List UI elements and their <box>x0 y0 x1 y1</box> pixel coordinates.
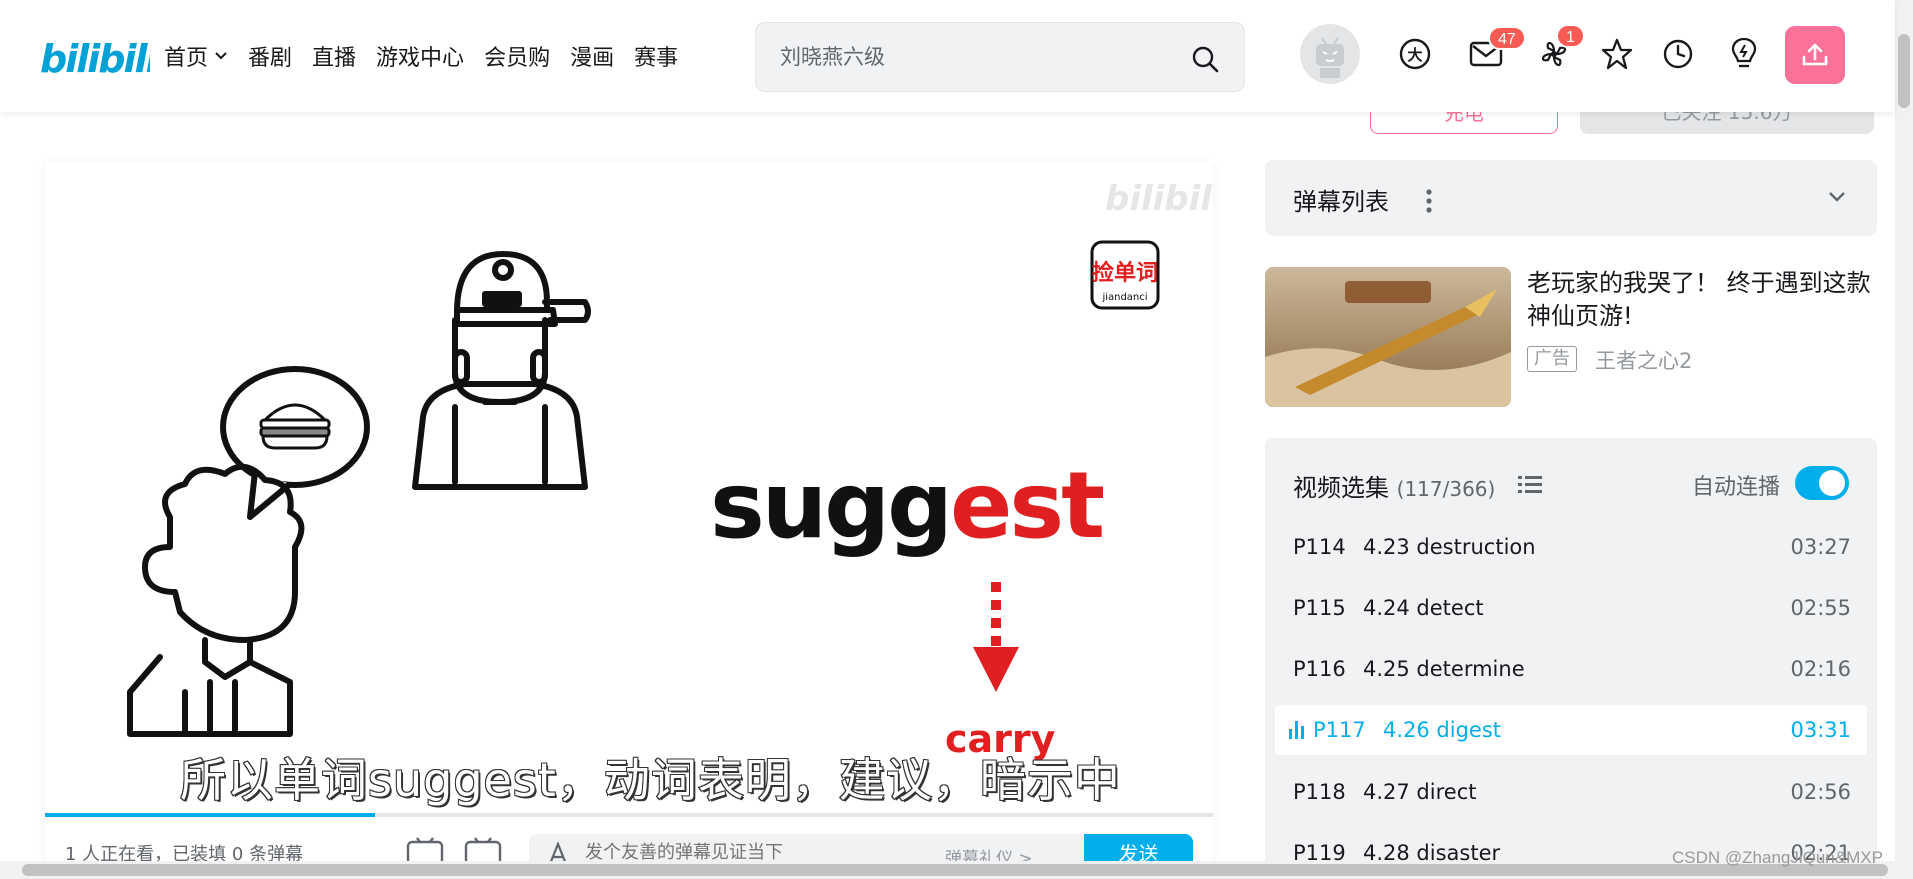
danmaku-toggle-icon[interactable] <box>405 836 445 862</box>
viewers-count: 1 人正在看，已装填 0 条弹幕 <box>65 844 304 862</box>
ad-source[interactable]: 王者之心2 <box>1595 345 1692 375</box>
channel-logo-sub: jiandanci <box>1101 292 1147 303</box>
nav-game-center-label: 游戏中心 <box>376 46 465 71</box>
tv-mascot-icon <box>1316 37 1344 78</box>
playlist-episode[interactable]: P118 4.27 direct 02:56 <box>1275 767 1867 817</box>
video-frame: bilibili 捡单词 jiandanci suggest carry <box>45 162 1213 812</box>
video-subtitle: 所以单词suggest，动词表明，建议，暗示中 <box>179 752 1121 808</box>
episode-title: 4.27 direct <box>1363 780 1477 804</box>
nav-manga[interactable]: 漫画 <box>570 40 614 72</box>
search-input[interactable] <box>780 41 1180 73</box>
episode-number: P116 <box>1293 657 1346 681</box>
creation-bulb-icon[interactable] <box>1726 36 1762 72</box>
ad-tag: 广告 <box>1527 346 1577 372</box>
nav-game-center[interactable]: 游戏中心 <box>376 40 464 72</box>
main-nav: 首页 番剧 直播 游戏中心 会员购 漫画 赛事 <box>164 40 678 72</box>
word-suggest-red: est <box>950 452 1103 559</box>
svg-text:suggest: suggest <box>710 452 1103 559</box>
episode-duration: 02:56 <box>1790 780 1851 804</box>
nav-member-shop[interactable]: 会员购 <box>484 40 550 72</box>
playlist-title-label: 视频选集 <box>1293 474 1389 502</box>
toggle-knob <box>1819 470 1845 496</box>
episode-duration: 03:31 <box>1790 718 1851 742</box>
danmaku-send-bar: 1 人正在看，已装填 0 条弹幕 弹幕礼仪 > 发送 <box>45 822 1213 862</box>
horizontal-scroll-thumb[interactable] <box>22 864 1888 876</box>
danmaku-input-wrap: 弹幕礼仪 > <box>529 834 1084 862</box>
autoplay-label: 自动连播 <box>1692 475 1781 500</box>
episode-title: 4.25 determine <box>1363 657 1525 681</box>
history-clock-icon[interactable] <box>1660 36 1696 72</box>
danmaku-input[interactable] <box>585 842 925 862</box>
nav-home-label: 首页 <box>164 46 209 71</box>
playlist-episode-active[interactable]: P117 4.26 digest 03:31 <box>1275 705 1867 755</box>
search-bar <box>755 22 1245 92</box>
nav-esports[interactable]: 赛事 <box>634 40 678 72</box>
upload-button[interactable] <box>1785 26 1845 84</box>
dynamic-badge: 1 <box>1556 24 1585 48</box>
video-playlist: 视频选集 (117/366) 自动连播 P114 4.23 destructio… <box>1265 438 1877 879</box>
csdn-watermark: CSDN @ZhangJiQun&MXP <box>1672 848 1883 867</box>
danmaku-list-panel[interactable]: 弹幕列表 <box>1265 160 1877 236</box>
bilibili-logo[interactable]: bilibili <box>40 28 150 82</box>
episode-title: 4.23 destruction <box>1363 535 1536 559</box>
horizontal-scrollbar[interactable] <box>0 861 1913 879</box>
now-playing-icon <box>1289 721 1305 739</box>
vertical-scrollbar[interactable] <box>1895 0 1913 861</box>
nav-live-label: 直播 <box>312 46 357 71</box>
episode-number: P118 <box>1293 780 1346 804</box>
episode-duration: 02:16 <box>1790 657 1851 681</box>
send-danmaku-button[interactable]: 发送 <box>1084 834 1193 862</box>
nav-anime-label: 番剧 <box>248 46 293 71</box>
search-icon[interactable] <box>1190 44 1220 74</box>
chevron-down-icon[interactable] <box>1827 190 1847 204</box>
danmaku-settings-icon[interactable] <box>463 836 503 862</box>
nav-member-shop-label: 会员购 <box>484 46 551 71</box>
episode-duration: 02:55 <box>1790 596 1851 620</box>
progress-fill <box>45 813 375 817</box>
playlist-episode[interactable]: P115 4.24 detect 02:55 <box>1275 583 1867 633</box>
font-style-icon[interactable] <box>547 842 569 862</box>
nav-anime[interactable]: 番剧 <box>248 40 292 72</box>
video-player[interactable]: bilibili 捡单词 jiandanci suggest carry 所以单… <box>45 162 1213 862</box>
ad-card[interactable]: 老玩家的我哭了！ 终于遇到这款神仙页游! 广告 王者之心2 <box>1265 267 1877 407</box>
favorites-star-icon[interactable] <box>1599 36 1635 72</box>
message-badge: 47 <box>1488 26 1526 50</box>
playlist-title: 视频选集 (117/366) <box>1293 468 1495 503</box>
episode-title: 4.26 digest <box>1383 718 1502 742</box>
playlist-count: (117/366) <box>1396 477 1496 501</box>
svg-text:bilibili: bilibili <box>40 37 150 81</box>
playlist-episode[interactable]: P116 4.25 determine 02:16 <box>1275 644 1867 694</box>
autoplay-toggle[interactable] <box>1795 466 1849 500</box>
progress-bar[interactable] <box>45 813 1213 817</box>
channel-logo: 捡单词 jiandanci <box>1090 240 1160 310</box>
page: 充电 已关注 15.6万 bilibili 首页 番剧 直播 游戏中心 会员购 … <box>0 0 1913 879</box>
top-header: bilibili 首页 番剧 直播 游戏中心 会员购 漫画 赛事 大 4 <box>0 0 1895 112</box>
nav-esports-label: 赛事 <box>634 46 679 71</box>
video-watermark-logo: bilibili <box>1105 179 1213 219</box>
ad-thumbnail[interactable] <box>1265 267 1511 407</box>
episode-number: P114 <box>1293 535 1346 559</box>
playlist-episode[interactable]: P114 4.23 destruction 03:27 <box>1275 522 1867 572</box>
avatar[interactable] <box>1300 24 1360 84</box>
upload-icon <box>1802 43 1828 66</box>
ad-title[interactable]: 老玩家的我哭了！ 终于遇到这款神仙页游! <box>1527 267 1877 333</box>
word-suggest-black: sugg <box>710 452 950 559</box>
danmaku-list-title: 弹幕列表 <box>1293 188 1389 216</box>
svg-text:大: 大 <box>1407 46 1422 64</box>
vertical-scroll-thumb[interactable] <box>1898 34 1910 108</box>
episode-duration: 03:27 <box>1790 535 1851 559</box>
more-vertical-icon[interactable] <box>1425 188 1433 214</box>
nav-manga-label: 漫画 <box>570 46 615 71</box>
vip-icon[interactable]: 大 <box>1397 36 1433 72</box>
chevron-down-icon <box>215 52 227 60</box>
list-view-icon[interactable] <box>1518 474 1542 494</box>
danmaku-etiquette-link[interactable]: 弹幕礼仪 > <box>945 844 1033 862</box>
episode-title: 4.24 detect <box>1363 596 1484 620</box>
channel-logo-text: 捡单词 <box>1092 260 1158 286</box>
episode-number: P115 <box>1293 596 1346 620</box>
nav-home[interactable]: 首页 <box>164 40 228 72</box>
nav-live[interactable]: 直播 <box>312 40 356 72</box>
episode-number: P117 <box>1313 718 1366 742</box>
